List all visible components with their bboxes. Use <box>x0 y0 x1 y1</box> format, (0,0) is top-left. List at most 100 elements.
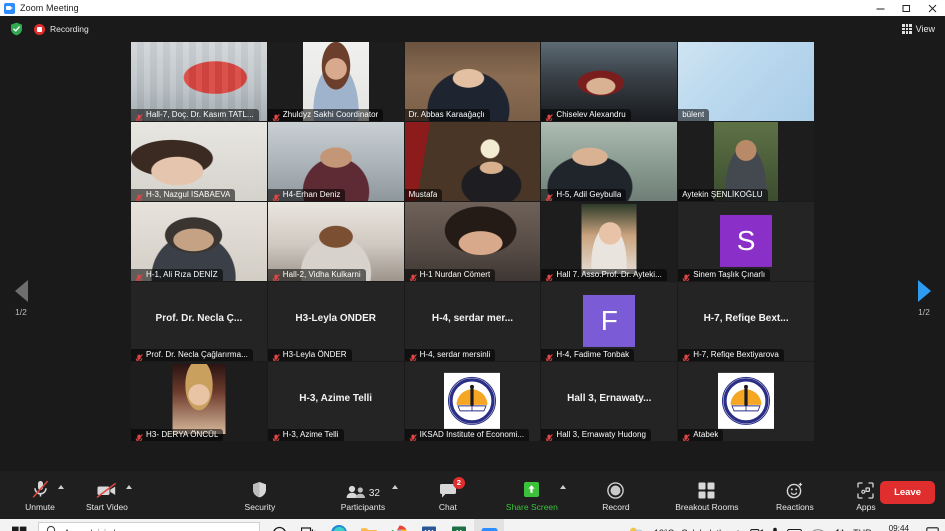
shield-check-icon[interactable] <box>10 22 23 36</box>
chat-label: Chat <box>438 501 457 512</box>
chevron-up-icon[interactable] <box>58 485 64 489</box>
chevron-up-icon[interactable] <box>559 485 566 489</box>
prev-page-button[interactable]: 1/2 <box>0 280 42 317</box>
task-view-icon[interactable] <box>294 519 324 531</box>
participant-tile[interactable]: H-5, Adil Geybulla <box>541 122 678 201</box>
participant-name: Atabek <box>693 430 719 439</box>
gallery-stage: 1/2 1/2 Hall-7, Doç. Dr. Kasım TATL... Z… <box>0 42 945 471</box>
close-icon[interactable] <box>919 0 945 16</box>
microphone-tray-icon[interactable] <box>770 527 780 531</box>
participant-name: H-1, Ali Rıza DENİZ <box>146 270 218 279</box>
start-video-button[interactable]: Start Video <box>80 471 134 519</box>
file-explorer-icon[interactable] <box>354 519 384 531</box>
display-name-text: H-7, Refiqe Bext... <box>703 313 789 324</box>
participant-name-badge: Prof. Dr. Necla Çağlarırma... <box>131 348 253 361</box>
toolbar-center-group: Security 32 Participants 2 Chat Share Sc… <box>234 471 892 519</box>
microphone-off-icon <box>272 270 280 281</box>
search-input[interactable]: Aramak için buraya yazın <box>38 522 260 531</box>
meet-now-icon[interactable] <box>750 527 763 531</box>
volume-icon[interactable] <box>832 527 846 531</box>
view-button[interactable]: View <box>902 16 935 42</box>
participant-name: Hall-7, Doç. Dr. Kasım TATL... <box>146 110 254 119</box>
participant-tile[interactable]: Prof. Dr. Necla Ç... Prof. Dr. Necla Çağ… <box>131 282 267 361</box>
apps-label: Apps <box>856 501 876 512</box>
participant-tile[interactable]: H-3, Nazgul ISABAEVA <box>131 122 267 201</box>
breakout-rooms-button[interactable]: Breakout Rooms <box>664 471 750 519</box>
participants-button[interactable]: 32 Participants <box>332 471 398 519</box>
participant-name-badge: Hall-7, Doç. Dr. Kasım TATL... <box>131 108 259 121</box>
profile-photo <box>172 364 226 434</box>
leave-button[interactable]: Leave <box>880 481 935 504</box>
participant-tile[interactable]: H-3, Azime Telli H-3, Azime Telli <box>267 362 404 441</box>
minimize-icon[interactable] <box>867 0 893 16</box>
participant-tile[interactable]: H3- DERYA ÖNCÜL <box>131 362 267 441</box>
participant-tile[interactable]: Hall-7, Doç. Dr. Kasım TATL... <box>131 42 267 121</box>
participant-name: Dr. Abbas Karaağaçlı <box>408 110 485 119</box>
participant-name-badge: H3- DERYA ÖNCÜL <box>131 428 224 441</box>
notification-icon[interactable] <box>926 527 939 531</box>
participant-tile[interactable]: S Sinem Taşlık Çınarlı <box>678 202 814 281</box>
participant-tile[interactable]: H-1 Nurdan Cömert <box>404 202 541 281</box>
participant-tile[interactable]: Hall 3, Ernawaty... Hall 3, Ernawaty Hud… <box>541 362 678 441</box>
security-label: Security <box>244 501 276 512</box>
windows-start-icon[interactable] <box>0 519 38 531</box>
system-tray: 13°C Çok bulutlu <box>628 519 945 531</box>
participant-tile[interactable]: Hall 7. Asso.Prof. Dr. Ayteki... <box>541 202 678 281</box>
participant-tile[interactable]: H-4, serdar mer... H-4, serdar mersinli <box>404 282 541 361</box>
participant-name-badge: H-1, Ali Rıza DENİZ <box>131 268 223 281</box>
microphone-off-icon <box>272 190 280 201</box>
wifi-icon[interactable] <box>811 528 825 531</box>
participant-tile[interactable]: bülent <box>678 42 814 121</box>
share-screen-button[interactable]: Share Screen <box>500 471 566 519</box>
participant-tile[interactable]: H4-Erhan Deniz <box>267 122 404 201</box>
participant-tile[interactable]: IKSAD Institute of Economi... <box>404 362 541 441</box>
participant-tile[interactable]: Aytekin ŞENLİKOĞLU <box>678 122 814 201</box>
participant-tile[interactable]: Dr. Abbas Karaağaçlı <box>404 42 541 121</box>
participant-tile[interactable]: Hall-2, Vidha Kulkarni <box>267 202 404 281</box>
microphone-off-icon <box>545 190 554 201</box>
chevron-up-icon[interactable] <box>125 485 132 489</box>
participant-tile[interactable]: Zhuldyz Sakhi Coordinator <box>267 42 404 121</box>
clock[interactable]: 09:44 27.11.2021 <box>879 524 919 531</box>
participant-tile[interactable]: H-1, Ali Rıza DENİZ <box>131 202 267 281</box>
microphone-off-icon <box>32 479 49 499</box>
participant-tile[interactable]: H3-Leyla ÖNDER H3-Leyla ÖNDER <box>267 282 404 361</box>
participant-tile[interactable]: H-7, Refiqe Bext... H-7, Refiqe Bextiyar… <box>678 282 814 361</box>
zoom-icon[interactable] <box>474 519 504 531</box>
chrome-icon[interactable] <box>384 519 414 531</box>
record-button[interactable]: Record <box>590 471 642 519</box>
participant-name: bülent <box>682 110 705 119</box>
reactions-button[interactable]: Reactions <box>766 471 824 519</box>
participant-tile-active-speaker[interactable]: Mustafa <box>404 122 541 201</box>
participant-name: H-7, Refiqe Bextiyarova <box>693 350 779 359</box>
participant-tile[interactable]: Chiselev Alexandru <box>541 42 678 121</box>
microphone-off-icon <box>409 270 417 281</box>
word-icon[interactable]: W <box>414 519 444 531</box>
participant-name-badge: bülent <box>678 108 710 121</box>
record-icon <box>607 479 625 499</box>
participant-name-badge: Dr. Abbas Karaağaçlı <box>404 108 490 121</box>
grid-icon <box>902 24 912 34</box>
display-name-text: H-3, Azime Telli <box>299 393 373 404</box>
participant-tile[interactable]: F H-4, Fadime Tonbak <box>541 282 678 361</box>
reactions-label: Reactions <box>775 501 814 512</box>
share-screen-icon <box>522 479 541 499</box>
toolbar-left-group: Unmute Start Video <box>14 471 134 519</box>
next-page-button[interactable]: 1/2 <box>903 280 945 317</box>
microphone-off-icon <box>135 190 143 201</box>
unmute-button[interactable]: Unmute <box>14 471 66 519</box>
excel-icon[interactable]: X <box>444 519 474 531</box>
weather-icon[interactable] <box>628 526 647 531</box>
chat-button[interactable]: 2 Chat <box>422 471 474 519</box>
participants-label: Participants <box>340 501 386 512</box>
clock-time: 09:44 <box>888 523 910 531</box>
display-name-text: H-4, serdar mer... <box>431 313 514 324</box>
participant-tile[interactable]: Atabek <box>678 362 814 441</box>
edge-icon[interactable] <box>324 519 354 531</box>
participants-count: 32 <box>368 487 380 499</box>
security-button[interactable]: Security <box>234 471 286 519</box>
chevron-up-icon[interactable] <box>391 485 398 489</box>
maximize-icon[interactable] <box>893 0 919 16</box>
cortana-icon[interactable] <box>264 519 294 531</box>
recording-indicator[interactable]: Recording <box>34 23 89 35</box>
